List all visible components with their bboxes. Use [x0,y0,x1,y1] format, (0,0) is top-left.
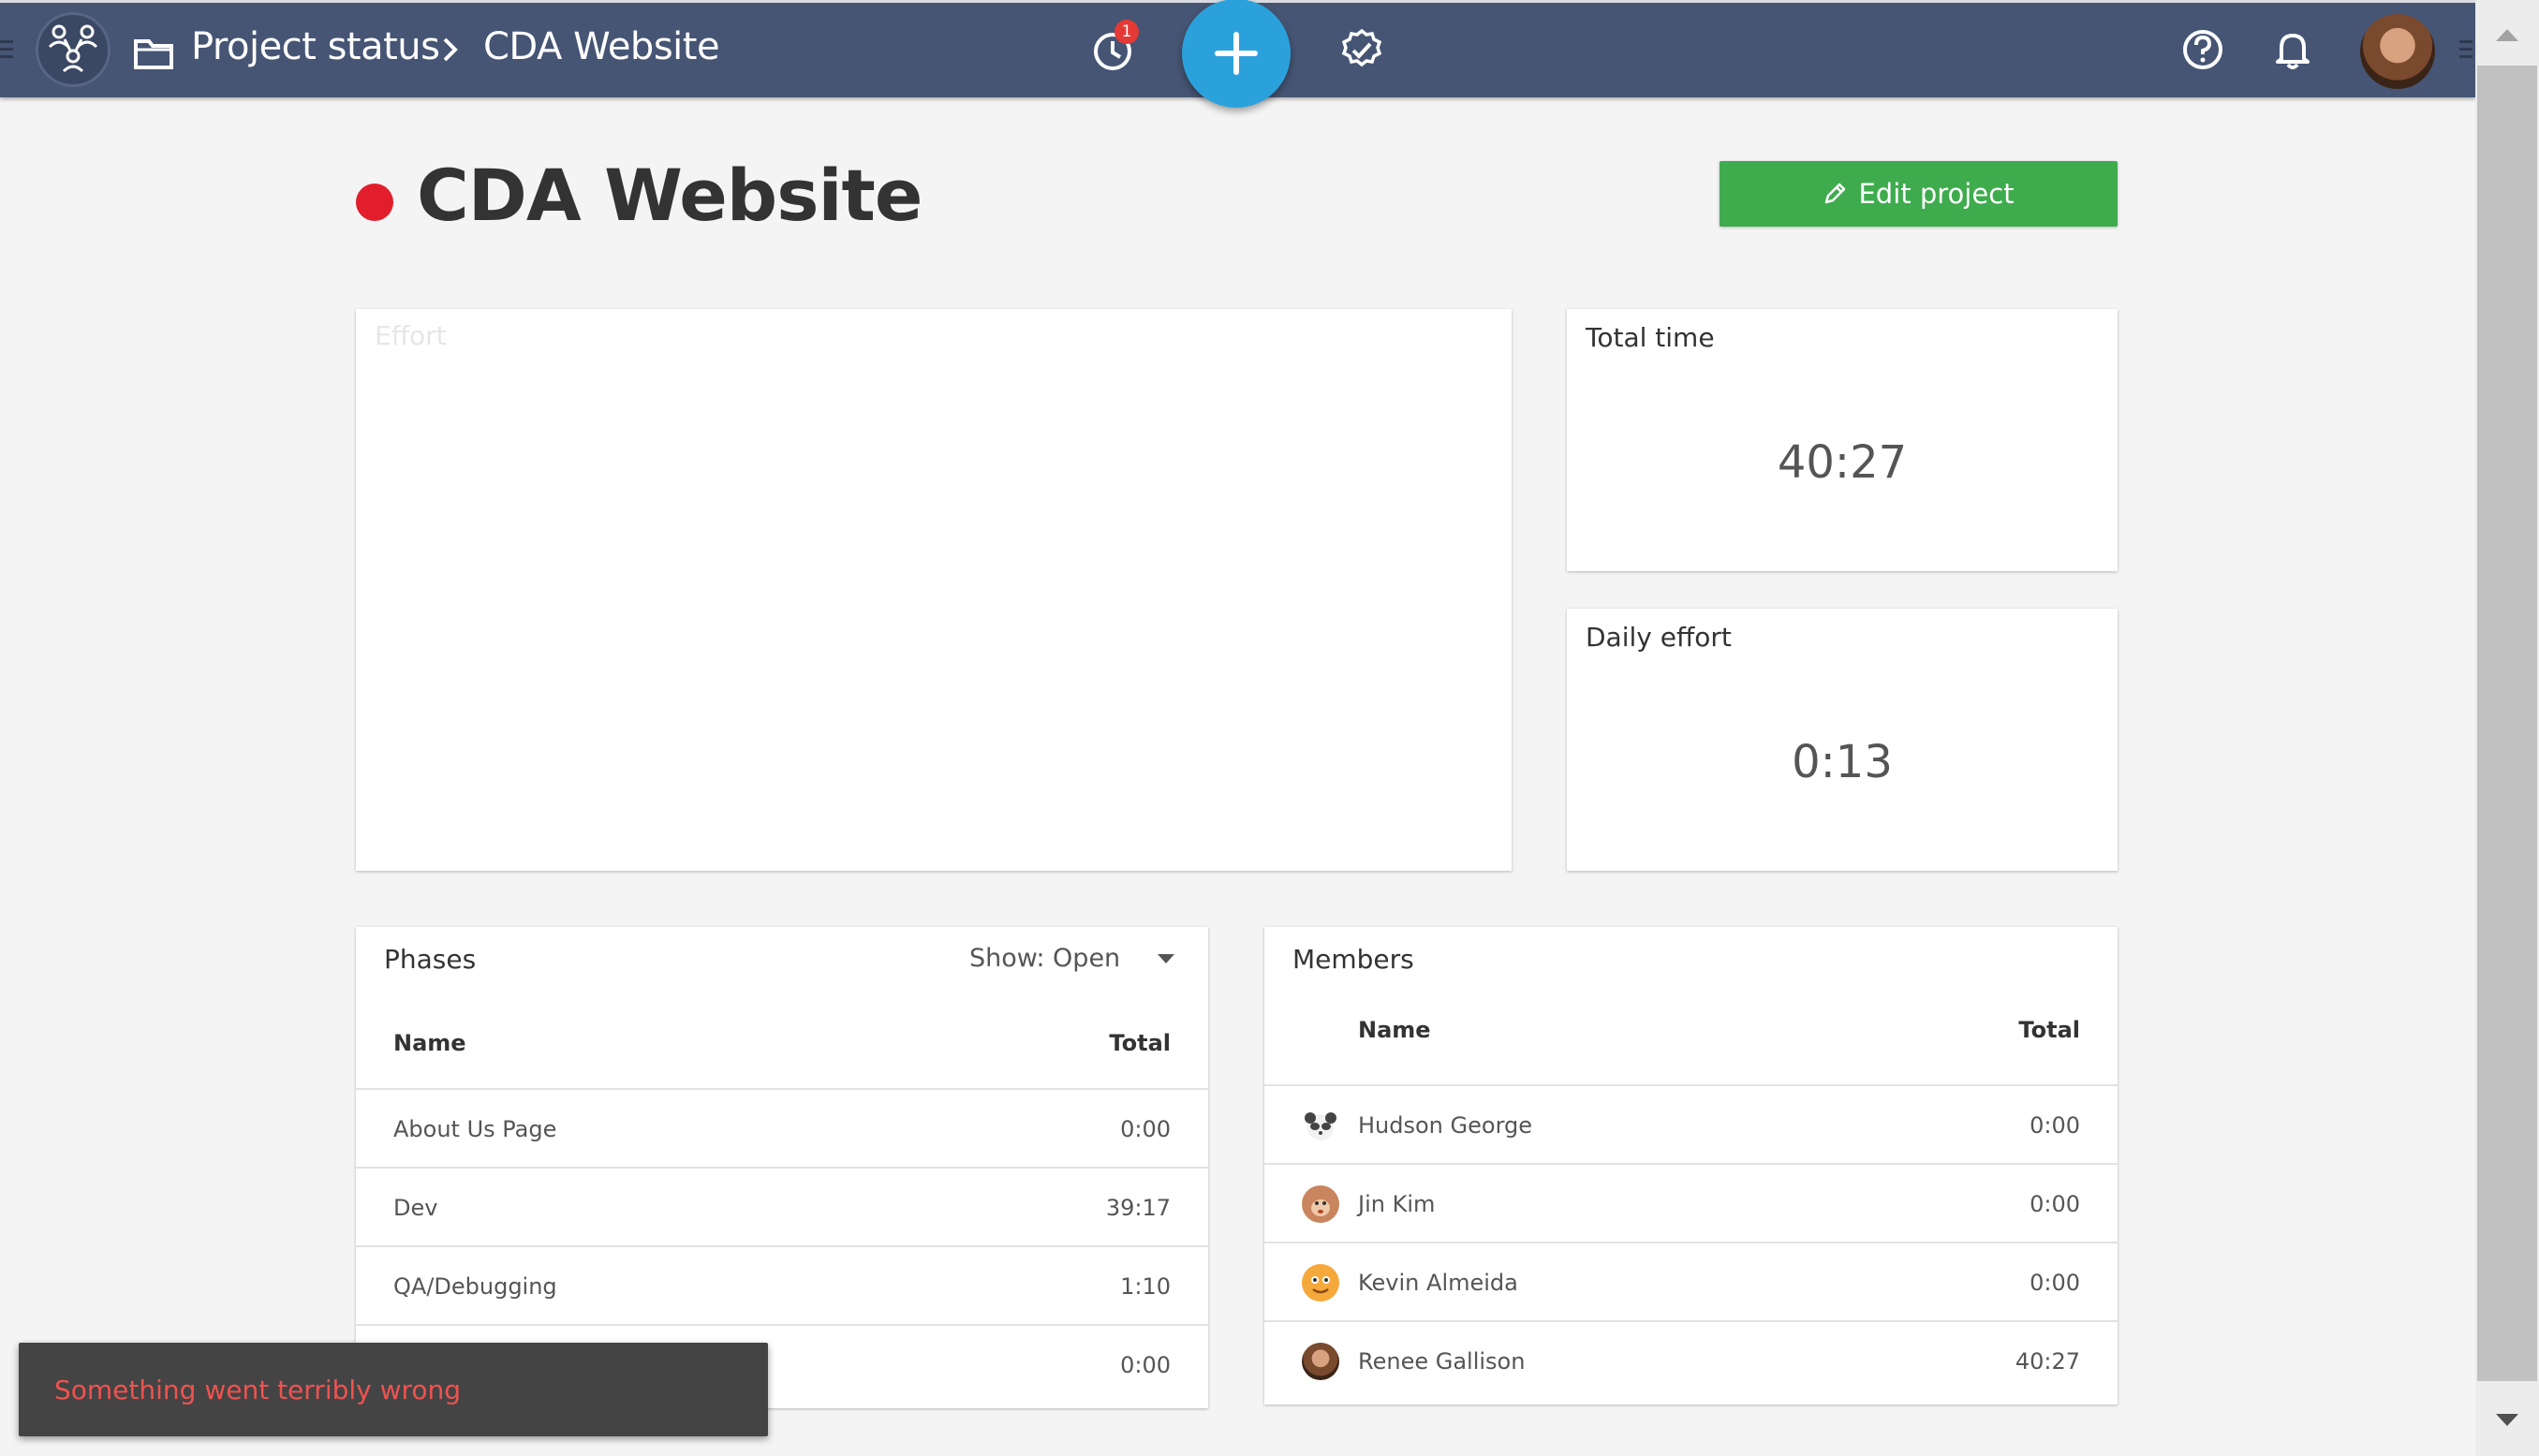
member-name: Renee Gallison [1358,1348,1526,1375]
bell-icon[interactable] [2268,25,2317,74]
phase-name: Dev [393,1195,438,1221]
error-toast[interactable]: Something went terribly wrong [19,1343,768,1436]
phases-card: Phases Name Total About Us Page 0:00 Dev… [356,927,1208,1408]
phase-total: 0:00 [1120,1116,1171,1142]
monkey-avatar-icon [1302,1185,1339,1223]
plus-icon [1215,32,1258,75]
member-total: 40:27 [2015,1348,2080,1375]
breadcrumb-root[interactable]: Project status [191,25,440,68]
breadcrumb-current: CDA Website [483,25,720,68]
member-name: Kevin Almeida [1358,1270,1518,1296]
page-title: CDA Website [417,154,923,237]
table-row[interactable]: Dev 39:17 [356,1169,1208,1247]
phases-col-name[interactable]: Name [393,1030,466,1056]
members-col-name[interactable]: Name [1358,1017,1431,1043]
user-avatar[interactable] [2360,14,2435,89]
phases-filter-dropdown[interactable]: Show: Open [969,944,1120,973]
add-button[interactable] [1182,0,1291,108]
pencil-icon [1825,183,1846,204]
check-circle-icon[interactable] [1337,25,1386,74]
help-icon[interactable] [2178,25,2227,74]
phases-title: Phases [384,944,477,975]
menu-icon[interactable] [0,40,13,59]
scroll-thumb[interactable] [2477,66,2537,1381]
scroll-up-icon[interactable] [2494,26,2520,43]
phase-name: QA/Debugging [393,1273,557,1300]
phase-total: 39:17 [1105,1195,1171,1221]
daily-effort-value: 0:13 [1792,736,1893,788]
project-status-dot [356,184,393,221]
scrollbar[interactable] [2475,0,2539,1456]
table-row[interactable]: Kevin Almeida 0:00 [1264,1243,2118,1322]
members-col-total[interactable]: Total [2018,1017,2080,1043]
member-total: 0:00 [2030,1112,2080,1139]
toast-message: Something went terribly wrong [54,1375,462,1405]
effort-title: Effort [375,320,447,351]
members-title: Members [1292,944,1414,975]
table-row[interactable]: Renee Gallison 40:27 [1264,1322,2118,1401]
edit-project-label: Edit project [1858,178,2015,210]
total-time-value: 40:27 [1777,436,1908,489]
top-bar: Project status CDA Website 1 [0,0,2475,108]
table-row[interactable]: About Us Page 0:00 [356,1090,1208,1169]
phases-table-header: Name Total [356,1002,1208,1090]
app-logo-icon[interactable] [36,12,111,87]
phase-total: 0:00 [1120,1352,1171,1378]
edit-project-button[interactable]: Edit project [1720,161,2118,227]
table-row[interactable]: QA/Debugging 1:10 [356,1247,1208,1326]
effort-card: Effort [356,309,1512,871]
folder-icon [133,37,174,74]
phase-name: About Us Page [393,1116,557,1142]
chevron-right-icon [440,37,461,66]
members-table-header: Name Total [1264,1002,2118,1086]
panda-avatar-icon [1302,1107,1339,1144]
phases-col-total[interactable]: Total [1109,1030,1171,1056]
face-avatar-icon [1302,1264,1339,1302]
member-name: Hudson George [1358,1112,1533,1139]
total-time-title: Total time [1586,322,1715,353]
members-card: Members Name Total Hudson George 0:00 Ji… [1264,927,2118,1405]
member-total: 0:00 [2030,1270,2080,1296]
member-name: Jin Kim [1358,1191,1436,1217]
menu-icon[interactable] [2459,40,2473,59]
total-time-card: Total time 40:27 [1567,309,2118,571]
user-photo-avatar [1302,1343,1339,1380]
daily-effort-card: Daily effort 0:13 [1567,609,2118,871]
table-row[interactable]: Jin Kim 0:00 [1264,1165,2118,1243]
chevron-down-icon[interactable] [1158,954,1174,963]
table-row[interactable]: Hudson George 0:00 [1264,1086,2118,1165]
daily-effort-title: Daily effort [1586,622,1732,653]
timer-badge: 1 [1115,20,1139,44]
scroll-down-icon[interactable] [2494,1412,2520,1429]
member-total: 0:00 [2030,1191,2080,1217]
phase-total: 1:10 [1120,1273,1171,1300]
